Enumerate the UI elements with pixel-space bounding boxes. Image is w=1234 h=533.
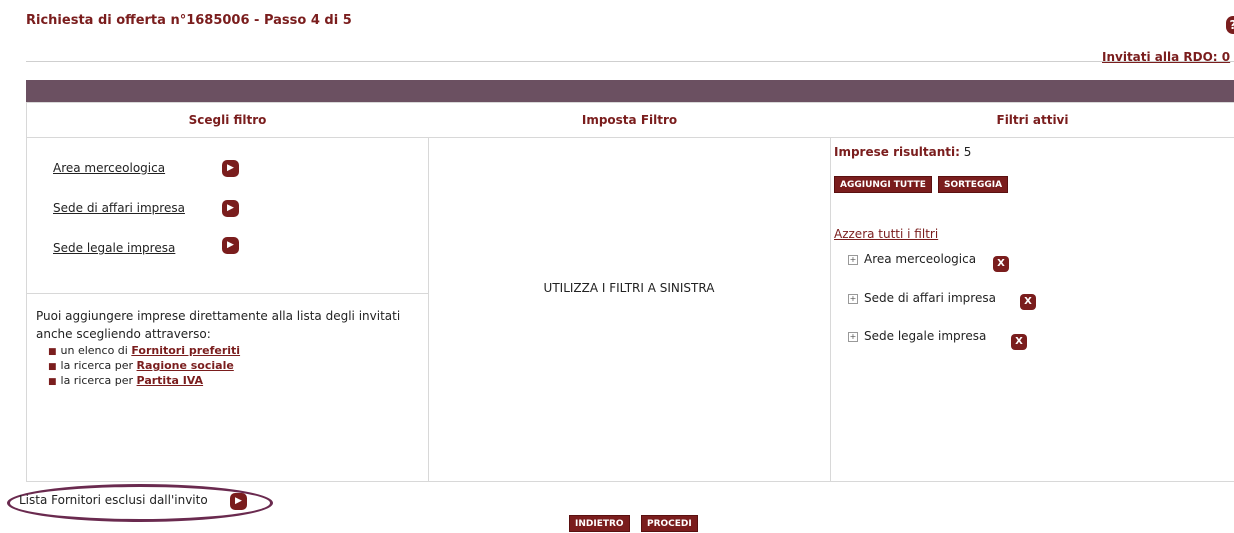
- expand-icon[interactable]: +: [848, 293, 858, 304]
- active-filter-item: + Sede di affari impresa: [848, 291, 996, 305]
- remove-filter-icon[interactable]: X: [1020, 294, 1036, 310]
- back-button[interactable]: INDIETRO: [569, 515, 630, 532]
- excluded-suppliers-link[interactable]: Lista Fornitori esclusi dall'invito: [19, 493, 208, 507]
- expand-icon[interactable]: +: [848, 331, 858, 342]
- arrow-right-icon[interactable]: ▶: [222, 237, 239, 254]
- bullet-icon: ■: [48, 362, 57, 372]
- column-divider-right: [830, 138, 831, 481]
- add-all-button[interactable]: AGGIUNGI TUTTE: [834, 176, 932, 193]
- filter-link-sede-affari[interactable]: Sede di affari impresa: [53, 201, 185, 215]
- header-divider: [26, 61, 1234, 62]
- remove-filter-icon[interactable]: X: [993, 256, 1009, 272]
- list-item: ■ la ricerca per Partita IVA: [48, 374, 204, 387]
- arrow-right-icon[interactable]: ▶: [222, 160, 239, 177]
- list-item: ■ un elenco di Fornitori preferiti: [48, 344, 241, 357]
- arrow-right-icon[interactable]: ▶: [222, 200, 239, 217]
- bullet-icon: ■: [48, 347, 57, 357]
- info-text: Puoi aggiungere imprese direttamente all…: [36, 309, 401, 341]
- expand-icon[interactable]: +: [848, 254, 858, 265]
- filter-placeholder-message: UTILIZZA I FILTRI A SINISTRA: [543, 281, 715, 295]
- draw-button[interactable]: SORTEGGIA: [938, 176, 1009, 193]
- active-filter-item: + Area merceologica: [848, 252, 977, 266]
- arrow-right-icon[interactable]: ▶: [230, 493, 247, 510]
- column-header-set: Imposta Filtro: [581, 113, 678, 127]
- ragione-sociale-link[interactable]: Ragione sociale: [137, 359, 234, 372]
- bullet-icon: ■: [48, 377, 57, 387]
- results-count: Imprese risultanti: 5: [834, 145, 972, 159]
- page-title: Richiesta di offerta n°1685006 - Passo 4…: [26, 13, 352, 28]
- help-icon[interactable]: ?: [1226, 16, 1234, 34]
- left-column-divider: [27, 293, 428, 294]
- active-filter-item: + Sede legale impresa: [848, 329, 987, 343]
- header-row-divider: [27, 137, 1234, 138]
- list-item: ■ la ricerca per Ragione sociale: [48, 359, 234, 372]
- column-header-active: Filtri attivi: [996, 113, 1069, 127]
- filter-link-sede-legale[interactable]: Sede legale impresa: [53, 241, 175, 255]
- remove-filter-icon[interactable]: X: [1011, 334, 1027, 350]
- section-header-bar: [26, 80, 1234, 102]
- column-divider-left: [428, 138, 429, 481]
- filter-link-area-merceologica[interactable]: Area merceologica: [53, 161, 165, 175]
- fornitori-preferiti-link[interactable]: Fornitori preferiti: [131, 344, 240, 357]
- column-header-choose: Scegli filtro: [188, 113, 267, 127]
- proceed-button[interactable]: PROCEDI: [641, 515, 698, 532]
- options-list: ■ un elenco di Fornitori preferiti ■ la ri…: [48, 344, 240, 389]
- reset-filters-link[interactable]: Azzera tutti i filtri: [834, 227, 938, 241]
- partita-iva-link[interactable]: Partita IVA: [137, 374, 204, 387]
